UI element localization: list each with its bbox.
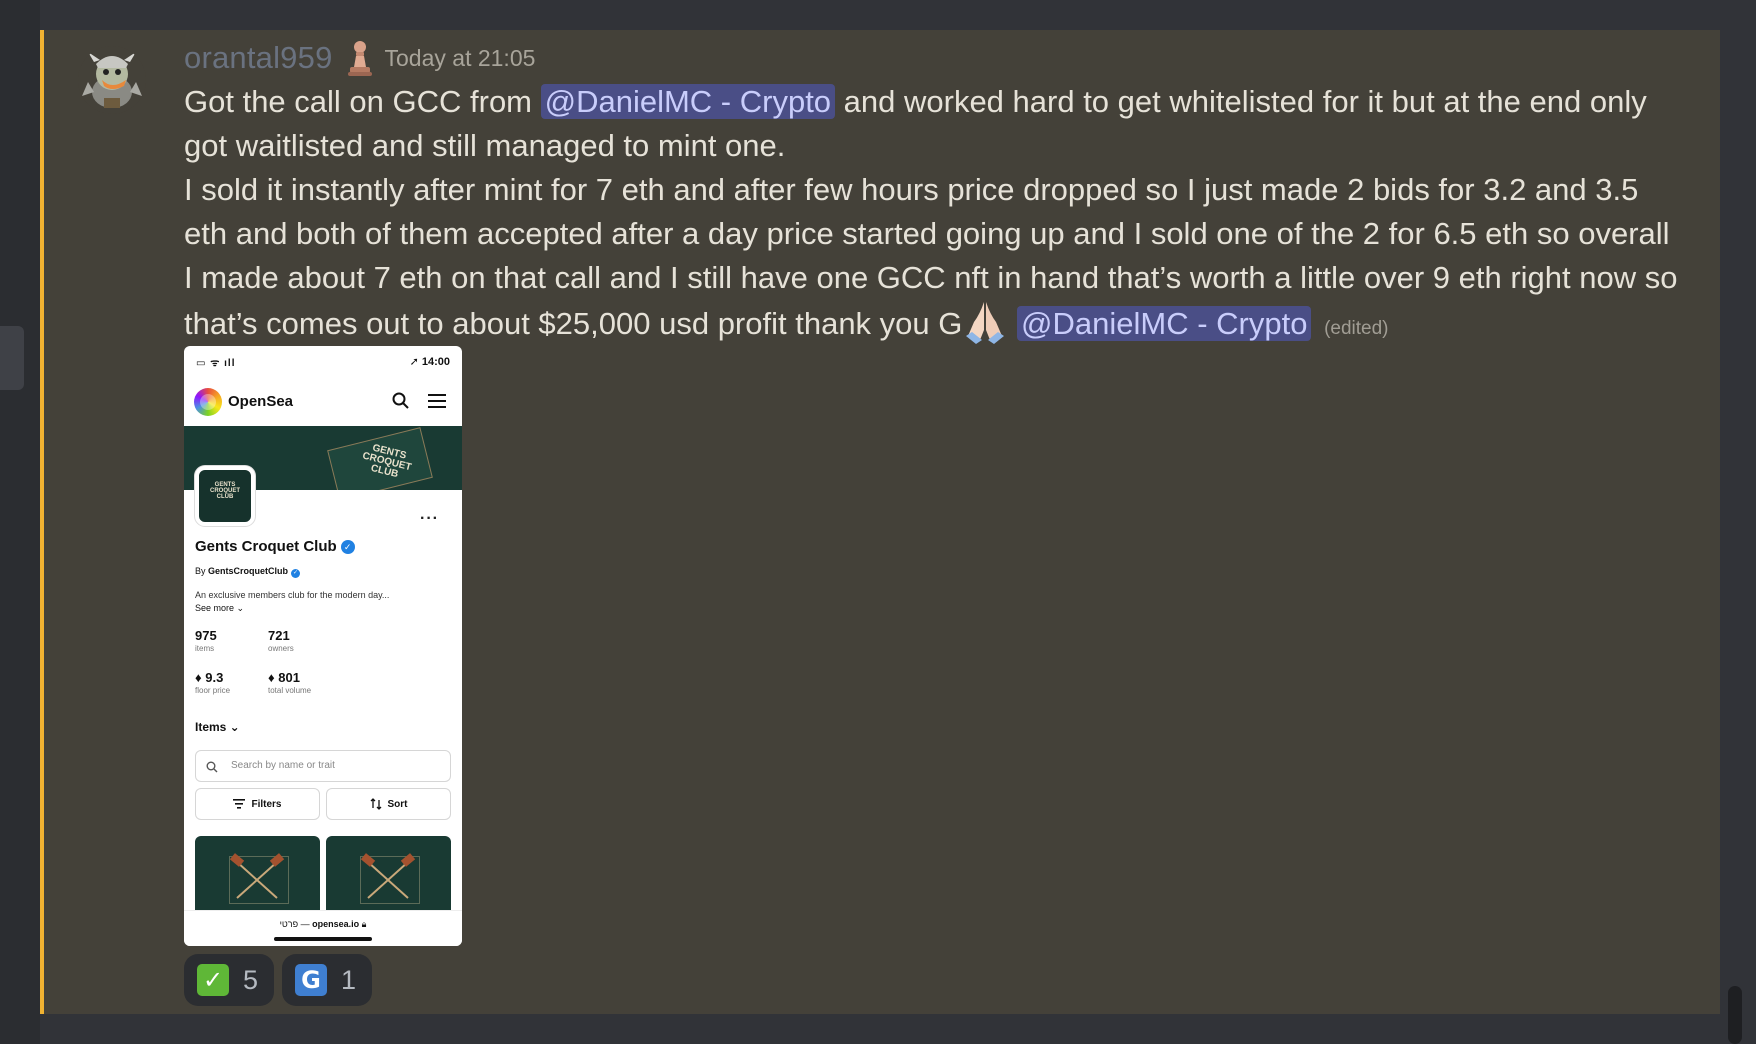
search-icon <box>206 760 218 778</box>
lock-icon: 🔒︎ <box>361 919 367 929</box>
collection-avatar-text: GENTS CROQUET CLUB <box>210 482 240 500</box>
see-more-link: See more ⌄ <box>195 603 245 613</box>
stat-floor-value: ♦ 9.3 <box>195 670 224 685</box>
g-letter-icon: G <box>295 964 327 996</box>
status-time: ➚ 14:00 <box>409 356 450 368</box>
hamburger-menu-icon <box>428 394 446 413</box>
banner-card: GENTS CROQUET CLUB <box>327 427 433 490</box>
username[interactable]: orantal959 <box>184 40 333 76</box>
stat-owners-label: owners <box>268 644 294 653</box>
left-gutter <box>0 0 40 1044</box>
duck-avatar-icon <box>78 46 146 114</box>
sort-icon <box>370 798 381 810</box>
browser-url-bar: פרטי — opensea.io 🔒︎ <box>184 910 462 946</box>
stat-items-label: items <box>195 644 215 653</box>
scrollbar-thumb[interactable] <box>1728 986 1742 1044</box>
reaction-check[interactable]: ✓ 5 <box>184 954 274 1006</box>
sort-button: Sort <box>326 788 451 820</box>
verified-badge-icon: ✓ <box>340 540 355 554</box>
avatar[interactable] <box>78 46 146 114</box>
search-placeholder: Search by name or trait <box>231 760 335 771</box>
opensea-header: OpenSea <box>184 380 462 424</box>
nft-tile <box>326 836 451 910</box>
filter-icon <box>233 799 246 809</box>
stat-volume-value: ♦ 801 <box>268 670 300 685</box>
collection-avatar: GENTS CROQUET CLUB <box>195 466 255 526</box>
items-heading: Items ⌄ <box>195 720 240 734</box>
collection-description: An exclusive members club for the modern… <box>195 590 390 600</box>
stat-owners-value: 721 <box>268 628 290 643</box>
user-mention-2[interactable]: @DanielMC - Crypto <box>1017 306 1312 341</box>
chess-pawn-icon[interactable] <box>347 39 373 77</box>
stat-volume-label: total volume <box>268 686 312 695</box>
side-tab-handle[interactable] <box>0 326 24 390</box>
croquet-mallets-icon <box>229 853 285 899</box>
image-attachment[interactable]: ▭ ᯤ ıll ➚ 14:00 OpenSea GENTS CROQUET CL… <box>184 346 462 946</box>
verified-badge-small-icon: ✓ <box>291 569 301 578</box>
phone-status-bar: ▭ ᯤ ıll ➚ 14:00 <box>184 346 462 376</box>
croquet-mallets-icon <box>360 853 416 899</box>
creator-line: By GentsCroquetClub ✓ <box>195 566 301 578</box>
filters-button: Filters <box>195 788 320 820</box>
search-icon <box>392 392 410 415</box>
reaction-count: 1 <box>341 964 357 995</box>
collection-name: Gents Croquet Club ✓ <box>195 538 355 555</box>
message-content: Got the call on GCC from @DanielMC - Cry… <box>184 80 1684 351</box>
banner-text: GENTS CROQUET CLUB <box>361 442 413 481</box>
edited-marker: (edited) <box>1324 318 1389 339</box>
home-indicator <box>274 937 372 941</box>
more-options-icon: ··· <box>420 510 439 527</box>
opensea-logo-icon <box>194 388 222 416</box>
app-name: OpenSea <box>228 393 294 410</box>
reaction-g[interactable]: G 1 <box>282 954 372 1006</box>
reactions-bar: ✓ 5 G 1 <box>184 954 372 1006</box>
praying-hands-icon <box>962 300 1008 344</box>
stat-floor-label: floor price <box>195 686 231 695</box>
browser-url: פרטי — opensea.io 🔒︎ <box>279 919 367 929</box>
message-header: orantal959 Today at 21:05 <box>184 38 1684 78</box>
user-mention[interactable]: @DanielMC - Crypto <box>540 84 836 119</box>
nft-tile <box>195 836 320 910</box>
reaction-count: 5 <box>243 964 259 995</box>
message-text-3: I sold it instantly after mint for 7 eth… <box>184 172 1678 341</box>
message-body: orantal959 Today at 21:05 Got the call o… <box>184 38 1684 351</box>
message-text-1: Got the call on GCC from <box>184 84 541 119</box>
search-input: Search by name or trait <box>195 750 451 782</box>
check-mark-icon: ✓ <box>197 964 229 996</box>
stat-items-value: 975 <box>195 628 217 643</box>
signal-icon: ▭ ᯤ ıll <box>196 358 236 369</box>
timestamp[interactable]: Today at 21:05 <box>385 45 536 72</box>
chat-bottom-area <box>40 1014 1756 1044</box>
message-item[interactable]: orantal959 Today at 21:05 Got the call o… <box>40 30 1720 1014</box>
